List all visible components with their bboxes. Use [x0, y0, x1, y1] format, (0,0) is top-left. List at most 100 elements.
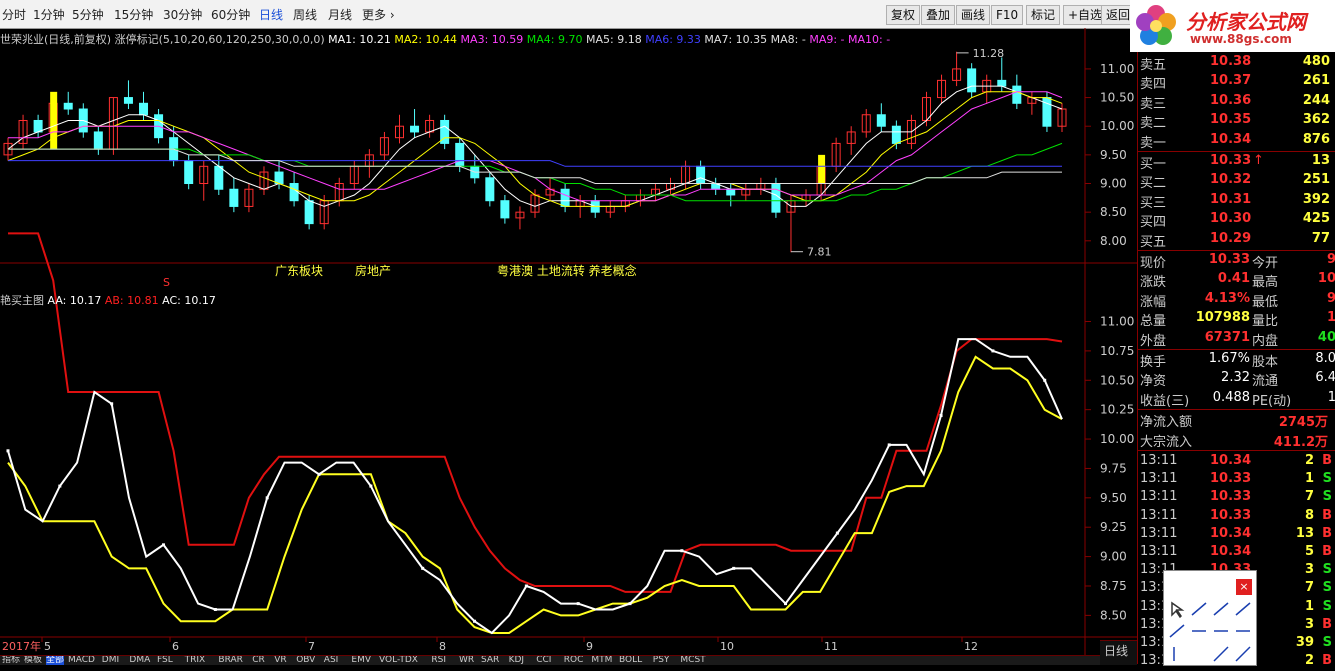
candle-body: [184, 160, 194, 185]
white-marker: [628, 602, 632, 606]
white-marker: [524, 584, 528, 588]
ask-price: 10.38: [1210, 54, 1252, 69]
candle-body: [967, 68, 977, 93]
period-0[interactable]: 分时: [2, 6, 26, 23]
flow-value: 2745万: [1278, 415, 1328, 431]
lower-y-tick: 8.75: [1100, 579, 1127, 593]
toolbar-button-0[interactable]: 复权: [886, 5, 921, 25]
tick-row-1: 13:11 10.33 1 S: [1140, 471, 1335, 489]
period-4[interactable]: 30分钟: [163, 6, 202, 23]
tick-volume: 5: [1304, 544, 1314, 559]
lower-y-tick: 9.75: [1100, 461, 1127, 475]
period-8[interactable]: 月线: [328, 6, 352, 23]
white-marker: [58, 484, 62, 488]
ask-price: 10.36: [1210, 92, 1252, 108]
tick-side: B: [1322, 544, 1332, 559]
tick-side: B: [1322, 525, 1332, 541]
toolbar-button-1[interactable]: 叠加: [921, 5, 956, 25]
upper-y-tick: 10.50: [1100, 91, 1134, 105]
tick-volume: 2: [1304, 453, 1314, 468]
lower-y-tick: 10.00: [1100, 432, 1134, 446]
stat-label-2: 今开: [1252, 256, 1279, 271]
period-9[interactable]: 更多 ›: [362, 6, 395, 23]
period-2[interactable]: 5分钟: [72, 6, 104, 23]
pointer-tool-icon: [1171, 601, 1185, 619]
candle-body: [696, 165, 706, 185]
toolbar-button-4[interactable]: 标记: [1026, 5, 1061, 25]
annotation-2: 粤港澳 土地流转 养老概念: [497, 263, 637, 278]
logo-url: www.88gs.com: [1190, 32, 1292, 46]
white-marker: [784, 602, 788, 606]
bid-volume: 251: [1302, 172, 1330, 188]
upper-chart-header: 世荣兆业(日线,前复权) 涨停标记(5,10,20,60,120,250,30,…: [0, 31, 890, 47]
date-label-4: 8: [439, 640, 446, 653]
lower-y-tick: 10.25: [1100, 403, 1134, 417]
separator-bid-stats: [1138, 250, 1335, 251]
white-marker: [576, 602, 580, 606]
period-7[interactable]: 周线: [293, 6, 317, 23]
stat-value: 0.41: [1217, 271, 1250, 287]
period-3[interactable]: 15分钟: [114, 6, 153, 23]
tick-row-2: 13:11 10.33 7 S: [1140, 489, 1335, 507]
bid-label: 买四: [1140, 215, 1167, 231]
tick-price: 10.34: [1210, 453, 1252, 468]
bid-label: 买一: [1140, 157, 1167, 172]
period-5[interactable]: 60分钟: [211, 6, 250, 23]
stat-row-0: 现价 10.33 今开 9: [1140, 252, 1335, 271]
bottom-period-tab[interactable]: 日线: [1104, 642, 1128, 659]
white-marker: [162, 543, 166, 547]
popup-close-button[interactable]: ×: [1236, 579, 1252, 595]
tick-side: S: [1322, 489, 1332, 505]
tick-price: 10.33: [1210, 471, 1252, 487]
toolbar-button-2[interactable]: 画线: [956, 5, 991, 25]
flow-row-0: 净流入额 2745万: [1140, 411, 1335, 431]
bottom-period-tab-box: 日线: [1100, 640, 1137, 665]
yellow-line: [7, 355, 1063, 634]
tick-time: 13:11: [1140, 544, 1178, 559]
candle-body: [33, 119, 43, 133]
white-marker: [213, 607, 217, 611]
date-label-0: 2017年: [2, 639, 41, 653]
candle-body: [139, 102, 149, 116]
period-1[interactable]: 1分钟: [33, 6, 65, 23]
candle-body: [63, 102, 73, 110]
bid-row-3: 买四 10.30 425: [1140, 211, 1335, 231]
finance-row-2: 收益(三) 0.488 PE(动) 1: [1140, 390, 1335, 409]
bid-row-4: 买五 10.29 77: [1140, 230, 1335, 250]
lower-label-2: AC: 10.17: [158, 294, 216, 307]
finance-value-2: 8.0: [1315, 351, 1335, 366]
upper-y-tick: 8.00: [1100, 234, 1127, 248]
tick-volume: 2: [1304, 653, 1314, 669]
tick-side: B: [1322, 616, 1332, 632]
tick-row-0: 13:11 10.34 2 B: [1140, 453, 1335, 471]
period-6[interactable]: 日线: [259, 6, 283, 23]
lower-chart-header: 艳买主图 AA: 10.17 AB: 10.81 AC: 10.17: [0, 292, 216, 308]
candle-body: [274, 171, 284, 185]
tick-time: 13:11: [1140, 471, 1178, 487]
bid-volume: 77: [1311, 230, 1330, 246]
ma-label-10: MA10: -: [844, 33, 891, 46]
lower-label-1: AB: 10.81: [101, 294, 159, 307]
chart-area[interactable]: 11.00 10.50 10.00 9.50 9.00 8.50 8.00 11.00 10.7…: [0, 28, 1137, 655]
ask-volume: 362: [1302, 112, 1330, 128]
lower-y-tick: 9.25: [1100, 520, 1127, 534]
tick-row-5: 13:11 10.34 5 B: [1140, 544, 1335, 562]
candle-body: [214, 165, 224, 190]
tick-time: 13:11: [1140, 525, 1178, 541]
lower-legend: AA: 10.17 AB: 10.81 AC: 10.17: [48, 294, 216, 307]
bid-price: 10.32: [1210, 172, 1252, 188]
ask-label: 卖四: [1140, 77, 1167, 93]
tick-volume: 7: [1304, 580, 1314, 596]
ray-tool-icon: [1235, 602, 1251, 616]
toolbar-button-3[interactable]: F10: [991, 5, 1024, 25]
bid-row-2: 买三 10.31 392: [1140, 191, 1335, 211]
bid-volume: 392: [1302, 191, 1330, 207]
tick-time: 13:11: [1140, 507, 1178, 523]
tick-side: S: [1322, 562, 1332, 578]
lower-indicator-title: 艳买主图: [0, 294, 44, 307]
bid-row-0: 买一 10.33 ↑ 13: [1140, 153, 1335, 172]
white-marker: [317, 472, 321, 476]
ask-label: 卖一: [1140, 135, 1167, 151]
stat-label-2: 最高: [1252, 275, 1279, 291]
finance-row-1: 净资 2.32 流通 6.4: [1140, 370, 1335, 389]
